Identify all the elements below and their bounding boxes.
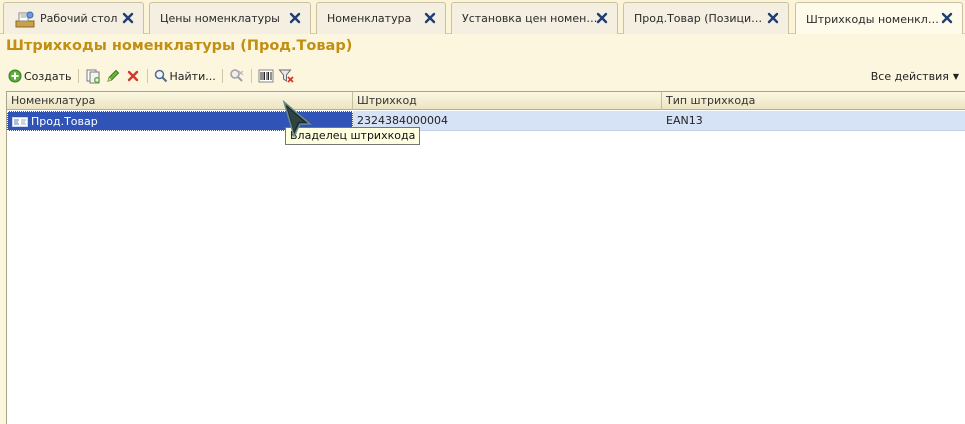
toolbar-separator (77, 69, 79, 83)
tab-label: Рабочий стол (40, 12, 118, 25)
tab-nomenclature[interactable]: Номенклатура (316, 2, 446, 34)
close-icon[interactable] (595, 11, 609, 25)
cell-barcode-type[interactable]: EAN13 (662, 111, 965, 131)
all-actions-menu[interactable]: Все действия ▼ (871, 66, 959, 86)
table-header: Номенклатура Штрихкод Тип штрихкода (7, 92, 965, 110)
home-desk-icon (15, 11, 35, 27)
toolbar-separator (250, 69, 252, 83)
barcodes-form: Штрихкоды номенклатуры (Прод.Товар) Созд… (0, 34, 965, 424)
cancel-search-button[interactable] (227, 66, 247, 86)
page-title: Штрихкоды номенклатуры (Прод.Товар) (6, 38, 353, 54)
create-button[interactable]: Создать (6, 66, 74, 86)
barcodes-table[interactable]: Номенклатура Штрихкод Тип штрихкода Прод… (6, 91, 965, 424)
table-row[interactable]: Прод.Товар 2324384000004 EAN13 (7, 111, 965, 131)
mouse-cursor-icon (282, 100, 313, 138)
create-icon (8, 69, 22, 83)
tab-label: Цены номенклатуры (160, 12, 280, 25)
edit-button[interactable] (103, 66, 123, 86)
cancel-search-icon (229, 69, 244, 82)
close-icon[interactable] (940, 11, 954, 25)
reference-item-icon (12, 117, 28, 127)
close-icon[interactable] (288, 11, 302, 25)
tab-label: Прод.Товар (Позиция н... (634, 12, 768, 25)
toolbar-separator (146, 69, 148, 83)
delete-icon (127, 70, 138, 82)
tab-prices[interactable]: Цены номенклатуры (149, 2, 311, 34)
copy-button[interactable] (83, 66, 103, 86)
close-icon[interactable] (766, 11, 780, 25)
tab-label: Установка цен номенкл... (462, 12, 598, 25)
tab-label: Штрихкоды номенклату... (806, 12, 942, 26)
tab-desktop[interactable]: Рабочий стол (3, 2, 144, 34)
barcode-button[interactable] (256, 66, 276, 86)
toolbar: Создать Найти... Все действия ▼ (6, 66, 959, 86)
barcode-icon (258, 69, 274, 83)
chevron-down-icon: ▼ (952, 71, 959, 81)
find-label: Найти... (169, 69, 216, 83)
tab-label: Номенклатура (327, 12, 412, 25)
filter-clear-button[interactable] (276, 66, 296, 86)
find-button[interactable]: Найти... (152, 66, 218, 86)
toolbar-separator (221, 69, 223, 83)
delete-button[interactable] (123, 66, 143, 86)
tab-set-prices[interactable]: Установка цен номенкл... (451, 2, 618, 34)
tab-bar: Рабочий стол Цены номенклатуры Номенклат… (0, 0, 965, 35)
create-label: Создать (24, 69, 72, 83)
all-actions-label: Все действия (870, 69, 949, 83)
copy-icon (86, 69, 100, 84)
filter-clear-icon (278, 69, 294, 83)
column-header-barcode[interactable]: Штрихкод (353, 92, 662, 110)
tab-product[interactable]: Прод.Товар (Позиция н... (623, 2, 789, 34)
tab-barcodes[interactable]: Штрихкоды номенклату... (795, 2, 963, 35)
column-header-type[interactable]: Тип штрихкода (662, 92, 965, 110)
edit-icon (106, 69, 119, 82)
find-icon (154, 69, 167, 83)
close-icon[interactable] (423, 11, 437, 25)
item-name: Прод.Товар (31, 115, 98, 128)
close-icon[interactable] (121, 11, 135, 25)
